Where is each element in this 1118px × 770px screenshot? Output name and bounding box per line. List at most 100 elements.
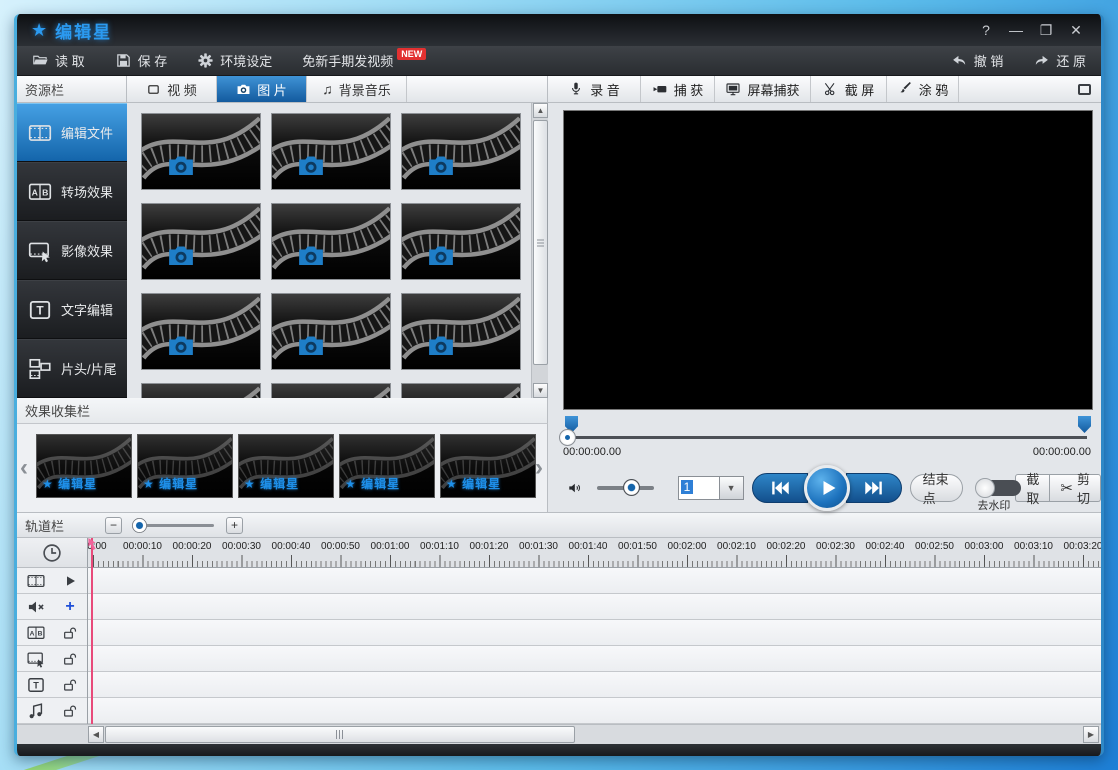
scroll-right-button[interactable]: ▶: [1083, 726, 1099, 743]
sidebar-item-text-edit[interactable]: 文字编辑: [17, 280, 127, 339]
settings-button[interactable]: 环境设定: [182, 46, 287, 75]
scroll-left-button[interactable]: ◀: [88, 726, 104, 743]
media-thumbnail[interactable]: [401, 203, 521, 280]
redo-button[interactable]: 还 原: [1018, 51, 1101, 70]
record-audio-button[interactable]: 录 音: [548, 76, 641, 102]
doodle-button[interactable]: 涂 鸦: [887, 76, 959, 102]
sidebar-item-video-effects[interactable]: 影像效果: [17, 221, 127, 280]
camera-icon: [424, 331, 458, 361]
scroll-up-button[interactable]: ▲: [533, 103, 548, 118]
volume-knob[interactable]: [623, 479, 640, 496]
music-lane[interactable]: [88, 698, 1101, 724]
media-thumbnail[interactable]: [141, 383, 261, 398]
track-bar: 轨道栏 − +: [17, 512, 1101, 538]
sidebar-item-edit-files[interactable]: 编辑文件: [17, 103, 127, 162]
speaker-mute-icon[interactable]: [26, 597, 46, 617]
promo-button[interactable]: 免新手期发视频 NEW: [287, 46, 443, 75]
filmstrip-image: [402, 294, 520, 369]
ruler-label: 00:02:30: [816, 541, 855, 552]
play-icon[interactable]: [62, 573, 78, 589]
add-track-button[interactable]: +: [55, 598, 85, 616]
help-button[interactable]: ?: [975, 22, 997, 39]
track-header-audio: +: [17, 594, 87, 620]
transition-lane[interactable]: [88, 620, 1101, 646]
ruler-label: 00:00:10: [123, 541, 162, 552]
effect-thumbnail[interactable]: ★ 编辑星: [440, 434, 536, 498]
media-thumbnail[interactable]: [141, 203, 261, 280]
audio-lane[interactable]: [88, 594, 1101, 620]
timeline-ruler[interactable]: 0:0000:00:1000:00:2000:00:3000:00:4000:0…: [88, 538, 1101, 568]
zoom-out-button[interactable]: −: [105, 517, 122, 534]
zoom-knob[interactable]: [132, 518, 147, 533]
cut-button[interactable]: ✂ 剪 切: [1050, 474, 1101, 502]
media-thumbnail[interactable]: [401, 293, 521, 370]
minimize-button[interactable]: —: [1005, 22, 1027, 39]
timeline-scrollbar[interactable]: ◀ ▶: [17, 724, 1101, 744]
close-button[interactable]: ✕: [1065, 22, 1087, 39]
media-thumbnail[interactable]: [401, 383, 521, 398]
star-icon: ★: [31, 20, 49, 41]
media-thumbnail[interactable]: [271, 293, 391, 370]
open-button[interactable]: 读 取: [17, 46, 100, 75]
save-button[interactable]: 保 存: [100, 46, 183, 75]
filmstrip-image: [142, 294, 260, 369]
unlock-icon[interactable]: [62, 677, 78, 693]
media-thumbnail[interactable]: [141, 113, 261, 190]
fullscreen-icon[interactable]: [1078, 84, 1091, 95]
playhead[interactable]: [91, 538, 93, 724]
undo-icon: [951, 52, 968, 69]
undo-label: 撤 销: [974, 51, 1004, 70]
screen-capture-button[interactable]: 屏幕捕获: [715, 76, 811, 102]
ruler-label: 00:01:20: [470, 541, 509, 552]
effect-thumbnail[interactable]: ★ 编辑星: [36, 434, 132, 498]
sidebar-item-intro-outro[interactable]: 片头/片尾: [17, 339, 127, 398]
watermark-toggle[interactable]: 去水印: [977, 480, 1021, 496]
seek-thumb[interactable]: [559, 429, 576, 446]
unlock-icon[interactable]: [62, 625, 78, 641]
tab-music[interactable]: ♫ 背景音乐: [307, 76, 407, 102]
effects-next-button[interactable]: ›: [535, 454, 543, 482]
text-lane[interactable]: [88, 672, 1101, 698]
zoom-in-button[interactable]: +: [226, 517, 243, 534]
ruler-label: 00:01:50: [618, 541, 657, 552]
media-thumbnail[interactable]: [141, 293, 261, 370]
tab-image[interactable]: 图 片: [217, 76, 307, 102]
media-thumbnail[interactable]: [271, 113, 391, 190]
effect-thumbnail[interactable]: ★ 编辑星: [137, 434, 233, 498]
volume-slider[interactable]: [597, 486, 654, 490]
seek-track[interactable]: [569, 436, 1087, 439]
media-thumbnail[interactable]: [401, 113, 521, 190]
counter-input[interactable]: 1: [678, 476, 720, 500]
effects-prev-button[interactable]: ‹: [20, 454, 28, 482]
effect-lane[interactable]: [88, 646, 1101, 672]
sidebar-item-transitions[interactable]: 转场效果: [17, 162, 127, 221]
promo-label: 免新手期发视频: [302, 51, 393, 70]
previous-button[interactable]: [752, 473, 808, 503]
grid-scrollbar[interactable]: ▲ ▼: [531, 103, 548, 398]
media-thumbnail[interactable]: [271, 203, 391, 280]
effect-thumbnail[interactable]: ★ 编辑星: [238, 434, 334, 498]
tab-video[interactable]: 视 频: [127, 76, 217, 102]
ruler-label: 00:02:10: [717, 541, 756, 552]
end-point-button[interactable]: 结束点: [910, 474, 964, 502]
media-thumbnail[interactable]: [271, 383, 391, 398]
play-button[interactable]: [804, 465, 850, 511]
chevron-down-icon[interactable]: ▼: [720, 476, 744, 500]
capture-button[interactable]: 捕 获: [641, 76, 715, 102]
unlock-icon[interactable]: [62, 703, 78, 719]
unlock-icon[interactable]: [62, 651, 78, 667]
end-marker[interactable]: [1078, 416, 1091, 433]
volume-icon[interactable]: [567, 477, 583, 499]
scrollbar-thumb[interactable]: [105, 726, 575, 743]
settings-label: 环境设定: [220, 51, 272, 70]
timeline-zoom-slider[interactable]: [134, 524, 214, 527]
screenshot-button[interactable]: 截 屏: [811, 76, 887, 102]
effect-thumbnail[interactable]: ★ 编辑星: [339, 434, 435, 498]
scroll-down-button[interactable]: ▼: [533, 383, 548, 398]
undo-button[interactable]: 撤 销: [936, 51, 1019, 70]
next-button[interactable]: [846, 473, 902, 503]
filmstrip-icon: [27, 120, 53, 146]
maximize-button[interactable]: ❐: [1035, 22, 1057, 39]
scrollbar-thumb[interactable]: [533, 120, 548, 365]
video-lane[interactable]: [88, 568, 1101, 594]
